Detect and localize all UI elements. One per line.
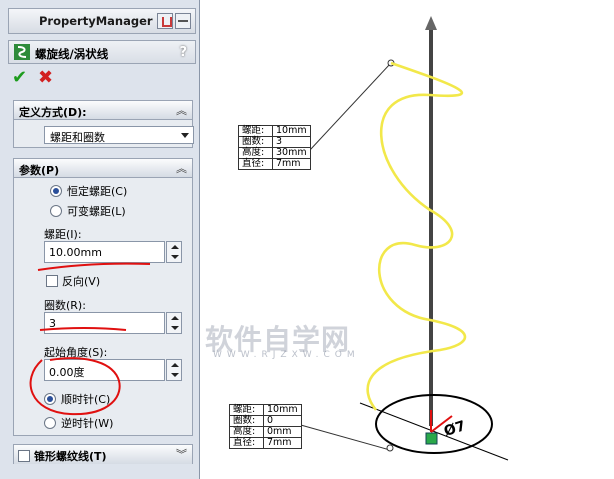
axis-arrow-icon bbox=[425, 16, 437, 30]
counterclockwise-label: 逆时针(W) bbox=[61, 417, 114, 430]
callout-key: 高度: bbox=[238, 147, 273, 159]
callout-value: 10mm bbox=[263, 404, 302, 416]
pm-title-bar: PropertyManager bbox=[8, 8, 196, 34]
parameters-header[interactable]: 参数(P) ︽ bbox=[14, 159, 192, 178]
start-angle-stepper[interactable] bbox=[166, 359, 182, 381]
callout-key: 高度: bbox=[229, 426, 264, 438]
chevron-up-icon[interactable]: ︽ bbox=[176, 102, 187, 118]
revolutions-label: 圈数(R): bbox=[44, 299, 86, 312]
taper-checkbox[interactable]: 锥形螺纹线(T) bbox=[18, 448, 107, 464]
taper-header[interactable]: 锥形螺纹线(T) ︾ bbox=[14, 445, 192, 464]
start-angle-input[interactable]: 0.00度 bbox=[44, 359, 165, 381]
pm-collapse-icon[interactable] bbox=[157, 13, 173, 29]
revolutions-input[interactable]: 3 bbox=[44, 312, 165, 334]
parameters-title: 参数(P) bbox=[19, 164, 60, 177]
counterclockwise-radio[interactable]: 逆时针(W) bbox=[44, 415, 113, 431]
reverse-checkbox[interactable]: 反向(V) bbox=[46, 273, 100, 289]
helix-curve[interactable] bbox=[366, 61, 467, 411]
chevron-up-icon[interactable]: ︽ bbox=[176, 160, 187, 176]
ok-button[interactable]: ✔ bbox=[12, 68, 32, 88]
radio-dot bbox=[50, 185, 62, 197]
define-by-title: 定义方式(D): bbox=[19, 106, 87, 119]
callout-value: 0 bbox=[263, 415, 302, 427]
clockwise-radio[interactable]: 顺时针(C) bbox=[44, 391, 110, 407]
checkbox-box bbox=[46, 275, 58, 287]
radio-dot bbox=[50, 205, 62, 217]
parameters-group: 参数(P) ︽ 恒定螺距(C) 可变螺距(L) 螺距(I): 10.00mm 反… bbox=[13, 158, 193, 436]
watermark-url: WWW.RJZXW.COM bbox=[213, 350, 360, 360]
define-by-header[interactable]: 定义方式(D): ︽ bbox=[14, 101, 192, 120]
callout-key: 螺距: bbox=[238, 125, 273, 137]
constant-pitch-radio[interactable]: 恒定螺距(C) bbox=[50, 183, 127, 199]
callout-value: 10mm bbox=[272, 125, 311, 137]
revolutions-value: 3 bbox=[49, 317, 56, 330]
pitch-label: 螺距(I): bbox=[44, 228, 82, 241]
variable-pitch-label: 可变螺距(L) bbox=[67, 205, 126, 218]
leader-line-bottom bbox=[289, 421, 391, 451]
define-by-select[interactable]: 螺距和圈数 bbox=[44, 126, 194, 144]
clockwise-label: 顺时针(C) bbox=[61, 393, 111, 406]
pm-title: PropertyManager bbox=[39, 14, 153, 28]
callout-value: 0mm bbox=[263, 426, 302, 438]
feature-title: 螺旋线/涡状线 bbox=[35, 47, 109, 61]
property-manager: PropertyManager 螺旋线/涡状线 ? ✔ ✖ 定义方式(D): ︽… bbox=[0, 0, 200, 479]
reverse-label: 反向(V) bbox=[62, 275, 101, 288]
callout-key: 圈数: bbox=[229, 415, 264, 427]
pin-icon[interactable] bbox=[175, 13, 191, 29]
checkbox-box bbox=[18, 450, 30, 462]
callout-bottom[interactable]: 螺距: 10mm 圈数: 0 高度: 0mm 直径: 7mm bbox=[229, 404, 302, 449]
feature-header: 螺旋线/涡状线 ? bbox=[8, 40, 196, 64]
callout-value: 3 bbox=[272, 136, 311, 148]
chevron-down-icon bbox=[181, 133, 189, 138]
pitch-input[interactable]: 10.00mm bbox=[44, 241, 165, 263]
radio-dot bbox=[44, 417, 56, 429]
origin-icon bbox=[425, 432, 438, 445]
variable-pitch-radio[interactable]: 可变螺距(L) bbox=[50, 203, 126, 219]
cancel-button[interactable]: ✖ bbox=[38, 68, 58, 88]
callout-key: 直径: bbox=[229, 437, 264, 449]
define-by-selected: 螺距和圈数 bbox=[50, 131, 105, 144]
helix-icon bbox=[14, 44, 30, 60]
callout-key: 螺距: bbox=[229, 404, 264, 416]
callout-value: 7mm bbox=[263, 437, 302, 449]
callout-key: 直径: bbox=[238, 158, 273, 170]
radio-dot bbox=[44, 393, 56, 405]
help-icon[interactable]: ? bbox=[179, 45, 187, 60]
callout-value: 7mm bbox=[272, 158, 311, 170]
callout-top[interactable]: 螺距: 10mm 圈数: 3 高度: 30mm 直径: 7mm bbox=[238, 125, 311, 170]
constant-pitch-label: 恒定螺距(C) bbox=[67, 185, 128, 198]
helix-start-point[interactable] bbox=[386, 444, 394, 452]
taper-group: 锥形螺纹线(T) ︾ bbox=[13, 444, 193, 464]
revolutions-stepper[interactable] bbox=[166, 312, 182, 334]
taper-label: 锥形螺纹线(T) bbox=[34, 450, 107, 463]
start-angle-label: 起始角度(S): bbox=[44, 346, 108, 359]
leader-line-top bbox=[309, 63, 391, 151]
pitch-value: 10.00mm bbox=[49, 246, 102, 259]
define-by-group: 定义方式(D): ︽ 螺距和圈数 bbox=[13, 100, 194, 148]
callout-key: 圈数: bbox=[238, 136, 273, 148]
start-angle-value: 0.00度 bbox=[49, 366, 85, 379]
callout-value: 30mm bbox=[272, 147, 311, 159]
chevron-down-icon[interactable]: ︾ bbox=[176, 446, 187, 462]
pitch-stepper[interactable] bbox=[166, 241, 182, 263]
